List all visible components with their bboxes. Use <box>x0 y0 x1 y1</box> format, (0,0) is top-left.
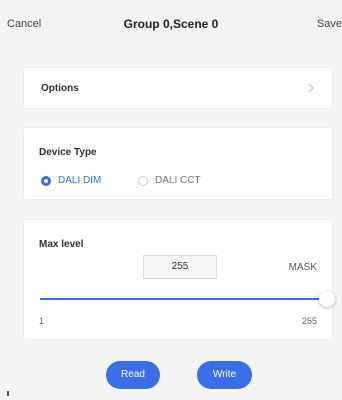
options-row[interactable]: Options <box>23 67 333 109</box>
radio-dali-cct[interactable]: DALI CCT <box>138 175 201 186</box>
device-type-label: Device Type <box>39 147 97 158</box>
write-button[interactable]: Write <box>197 361 252 389</box>
slider-max-label: 255 <box>301 316 317 326</box>
options-label: Options <box>41 83 79 94</box>
read-button[interactable]: Read <box>106 361 160 389</box>
radio-dali-dim-label: DALI DIM <box>58 175 102 186</box>
slider-fill <box>40 298 327 300</box>
mask-toggle[interactable]: MASK <box>289 262 317 273</box>
radio-dali-dim[interactable]: DALI DIM <box>41 175 101 186</box>
max-level-slider[interactable] <box>40 291 335 307</box>
max-level-label: Max level <box>39 239 84 250</box>
max-level-card: Max level 255 MASK 1 255 <box>23 219 335 339</box>
radio-unselected-icon <box>138 175 148 186</box>
save-button[interactable]: Save <box>317 18 342 30</box>
slider-thumb[interactable] <box>319 291 335 307</box>
edge-marker <box>7 391 9 396</box>
device-type-card: Device Type DALI DIM DALI CCT <box>23 127 333 200</box>
radio-dali-cct-label: DALI CCT <box>155 175 201 186</box>
max-level-value-field[interactable]: 255 <box>143 255 217 279</box>
chevron-right-icon <box>308 83 314 93</box>
header-bar: Cancel Group 0,Scene 0 Save <box>0 0 342 50</box>
slider-min-label: 1 <box>39 316 45 326</box>
radio-selected-icon <box>41 175 51 186</box>
page-title: Group 0,Scene 0 <box>123 17 219 31</box>
